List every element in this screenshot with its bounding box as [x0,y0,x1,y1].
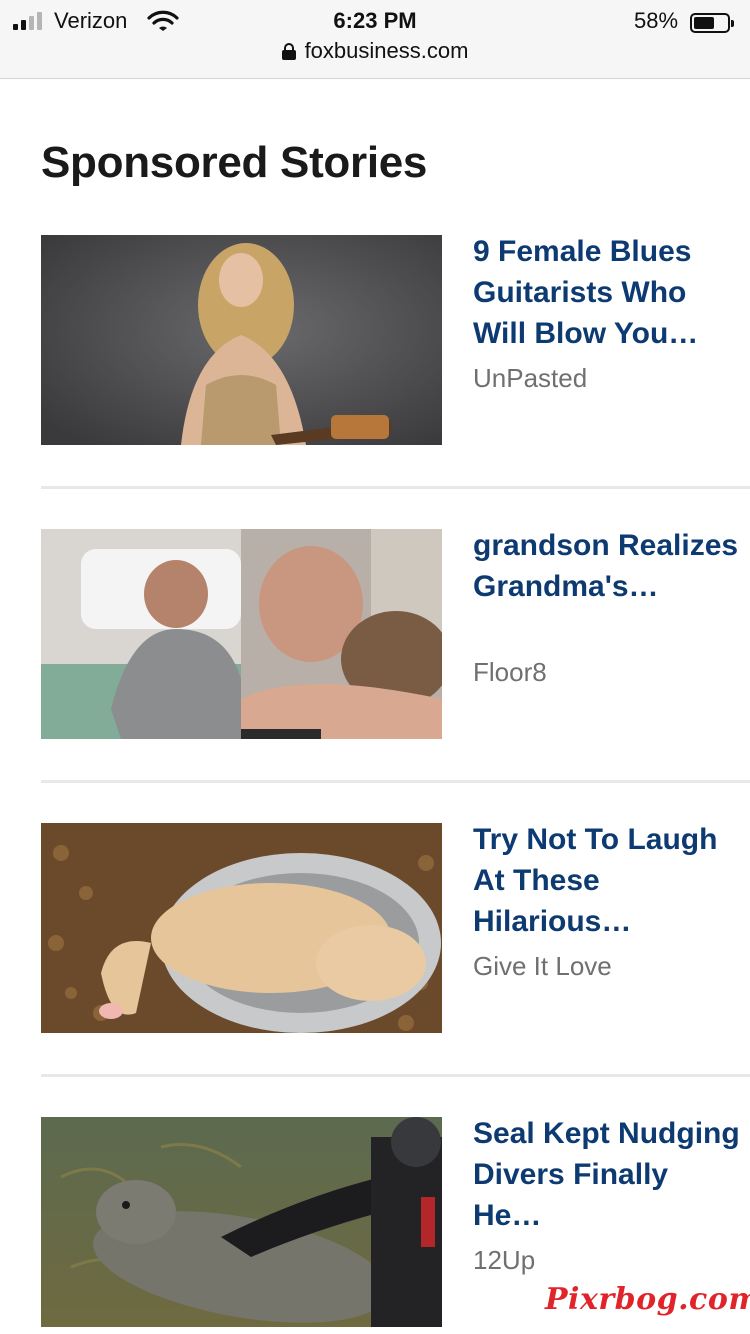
address-bar[interactable]: foxbusiness.com [0,38,750,70]
url-text: foxbusiness.com [304,38,469,63]
story-title[interactable]: Seal Kept Nudging Divers Finally He… [473,1113,743,1236]
story-thumbnail[interactable] [41,823,442,1033]
sponsored-story-card[interactable]: grandson Realizes Grandma's… Floor8 [41,529,750,739]
story-thumbnail[interactable] [41,529,442,739]
puppy-bowl-image [41,823,442,1033]
battery-icon [690,13,734,33]
browser-top-bar: Verizon 6:23 PM 58% foxbusiness.com [0,0,750,79]
watermark: Pixrbog.com [545,1282,750,1317]
status-bar: Verizon 6:23 PM 58% [0,6,750,36]
battery-percent: 58% [634,8,679,33]
story-source: Floor8 [473,657,547,687]
seal-diver-image [41,1117,442,1327]
section-heading: Sponsored Stories [41,138,428,187]
woman-guitar-image [41,235,442,445]
sponsored-story-card[interactable]: Try Not To Laugh At These Hilarious… Giv… [41,823,750,1033]
story-title[interactable]: grandson Realizes Grandma's… [473,525,743,607]
story-thumbnail[interactable] [41,235,442,445]
story-title[interactable]: 9 Female Blues Guitarists Who Will Blow … [473,231,743,354]
story-title[interactable]: Try Not To Laugh At These Hilarious… [473,819,743,942]
story-thumbnail[interactable] [41,1117,442,1327]
story-source: UnPasted [473,363,588,393]
divider [41,486,750,489]
divider [41,1074,750,1077]
divider [41,780,750,783]
hospital-man-image [41,529,442,739]
story-source: 12Up [473,1245,536,1275]
sponsored-story-card[interactable]: 9 Female Blues Guitarists Who Will Blow … [41,235,750,445]
lock-icon [281,43,296,60]
story-source: Give It Love [473,951,612,981]
